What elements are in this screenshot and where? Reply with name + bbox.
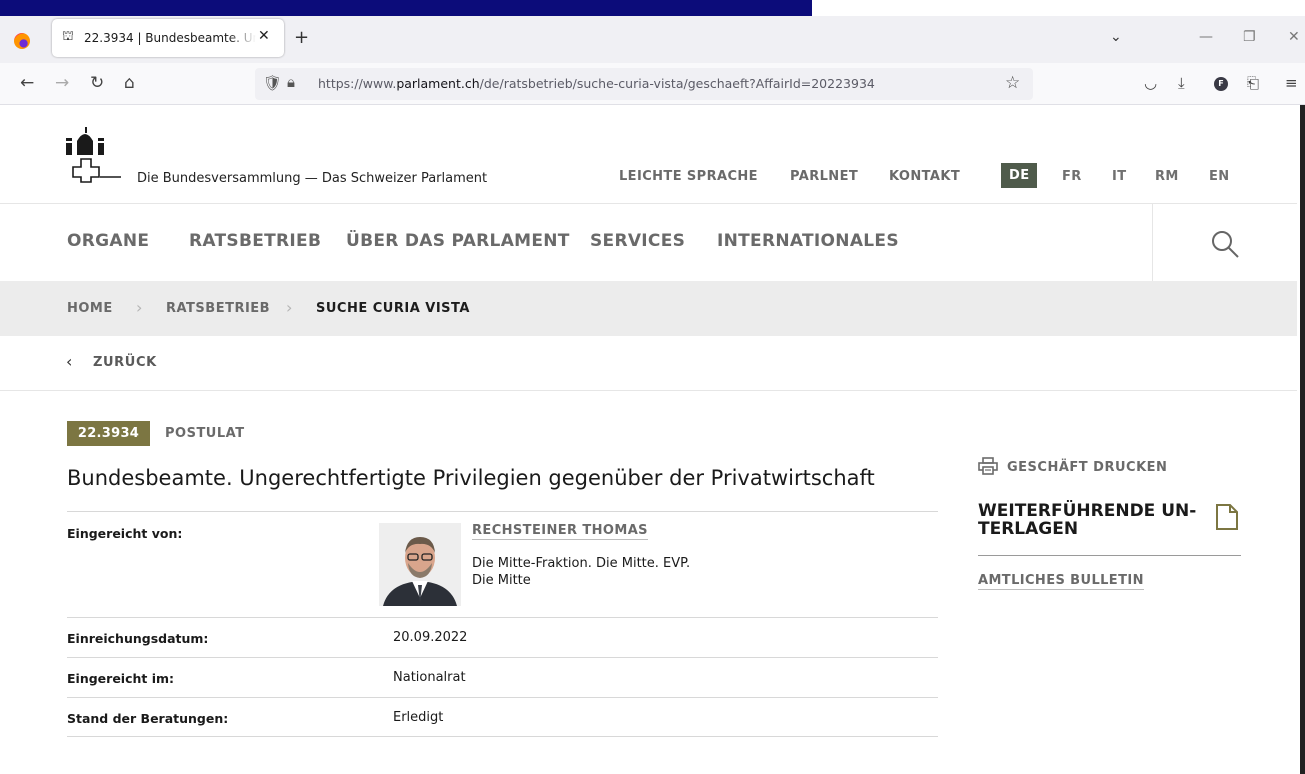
table-row: Eingereicht im: Nationalrat xyxy=(67,657,938,697)
window-top-stripe xyxy=(0,0,812,16)
nav-ratsbetrieb[interactable]: RATSBETRIEB xyxy=(189,231,321,251)
affair-number-badge: 22.3934 xyxy=(67,421,150,446)
lock-icon[interactable]: 🔒︎ xyxy=(287,73,295,91)
chevron-right-icon: › xyxy=(286,298,293,317)
status-label: Stand der Beratungen: xyxy=(67,711,229,726)
page-scrollbar[interactable] xyxy=(1297,105,1305,774)
language-de[interactable]: DE xyxy=(1001,163,1038,188)
official-bulletin-link[interactable]: AMTLICHES BULLETIN xyxy=(978,573,1144,590)
nav-services[interactable]: SERVICES xyxy=(590,231,685,251)
extensions-icon[interactable]: ⎗ xyxy=(1247,74,1259,92)
reload-icon[interactable]: ↻ xyxy=(90,73,104,93)
language-en[interactable]: EN xyxy=(1209,169,1230,184)
nav-ueber-das-parlament[interactable]: ÜBER DAS PARLAMENT xyxy=(346,231,570,251)
breadcrumb-home[interactable]: HOME xyxy=(67,301,113,316)
submission-date-value: 20.09.2022 xyxy=(393,630,468,645)
home-icon[interactable]: ⌂ xyxy=(124,73,135,93)
language-rm[interactable]: RM xyxy=(1155,169,1179,184)
printer-icon xyxy=(978,457,998,475)
page-title: Bundesbeamte. Ungerechtfertigte Privileg… xyxy=(67,466,875,490)
status-value: Erledigt xyxy=(393,710,444,725)
minimize-icon[interactable]: — xyxy=(1199,29,1213,45)
council-value: Nationalrat xyxy=(393,670,466,685)
submission-date-label: Einreichungsdatum: xyxy=(67,631,209,646)
back-row: ‹ ZURÜCK xyxy=(0,336,1297,391)
back-arrow-icon[interactable]: ← xyxy=(20,73,34,93)
table-row: Eingereicht von: RECHSTEINER THOMAS Die … xyxy=(67,511,938,617)
breadcrumb-ratsbetrieb[interactable]: RATSBETRIEB xyxy=(166,301,270,316)
breadcrumb-current: SUCHE CURIA VISTA xyxy=(316,301,470,316)
member-name-link[interactable]: RECHSTEINER THOMAS xyxy=(472,523,648,540)
address-bar[interactable]: 🛡︎ 🔒︎ https://www.parlament.ch/de/ratsbe… xyxy=(255,68,1033,100)
breadcrumb: HOME › RATSBETRIEB › SUCHE CURIA VISTA xyxy=(0,281,1297,336)
nav-organe[interactable]: ORGANE xyxy=(67,231,149,251)
affair-details-table: Eingereicht von: RECHSTEINER THOMAS Die … xyxy=(67,511,938,737)
document-icon xyxy=(1216,504,1238,530)
affair-type: POSTULAT xyxy=(165,426,245,441)
member-party: Die Mitte-Fraktion. Die Mitte. EVP. Die … xyxy=(472,556,691,588)
table-row: Einreichungsdatum: 20.09.2022 xyxy=(67,617,938,657)
bookmark-star-icon[interactable]: ☆ xyxy=(1005,73,1020,93)
table-row: Stand der Beratungen: Erledigt xyxy=(67,697,938,737)
forward-arrow-icon[interactable]: → xyxy=(55,73,69,93)
submitted-by-label: Eingereicht von: xyxy=(67,526,183,541)
further-documents-heading: WEITERFÜHRENDE UN-TERLAGEN xyxy=(978,501,1197,539)
search-button[interactable] xyxy=(1152,204,1297,282)
url-text[interactable]: https://www.parlament.ch/de/ratsbetrieb/… xyxy=(318,76,875,91)
site-name: Die Bundesversammlung — Das Schweizer Pa… xyxy=(137,171,488,186)
tracking-protection-shield-icon[interactable]: 🛡︎ xyxy=(263,74,282,92)
app-menu-icon[interactable]: ≡ xyxy=(1285,74,1298,92)
tab-bar: ⛫ 22.3934 | Bundesbeamte. Ungerechtferti… xyxy=(0,16,1305,63)
member-photo[interactable] xyxy=(379,523,461,606)
tab-title: 22.3934 | Bundesbeamte. Ungerechtfertigt… xyxy=(84,31,256,45)
easy-language-link[interactable]: LEICHTE SPRACHE xyxy=(619,169,758,184)
new-tab-icon[interactable]: + xyxy=(294,27,309,48)
restore-icon[interactable]: ❐ xyxy=(1243,29,1256,45)
firefox-menu-icon[interactable] xyxy=(14,33,30,49)
chevron-right-icon: › xyxy=(136,298,143,317)
parliament-logo-icon[interactable] xyxy=(65,125,121,183)
window-close-icon[interactable]: ✕ xyxy=(1288,29,1300,45)
pocket-icon[interactable]: ◡ xyxy=(1144,74,1157,92)
account-avatar[interactable]: F xyxy=(1214,77,1228,91)
contact-link[interactable]: KONTAKT xyxy=(889,169,960,184)
council-label: Eingereicht im: xyxy=(67,671,175,686)
search-icon xyxy=(1212,231,1239,258)
sidebar-divider xyxy=(978,555,1241,556)
parliament-favicon-icon: ⛫ xyxy=(62,29,74,44)
print-affair-link[interactable]: GESCHÄFT DRUCKEN xyxy=(978,453,1167,475)
language-fr[interactable]: FR xyxy=(1062,169,1082,184)
list-tabs-chevron-icon[interactable]: ⌄ xyxy=(1110,29,1122,45)
parlnet-link[interactable]: PARLNET xyxy=(790,169,858,184)
downloads-icon[interactable]: ⤓ xyxy=(1178,74,1185,92)
tab-close-icon[interactable]: ✕ xyxy=(258,28,270,44)
back-link[interactable]: ZURÜCK xyxy=(93,355,157,370)
language-it[interactable]: IT xyxy=(1112,169,1127,184)
chevron-left-icon[interactable]: ‹ xyxy=(66,352,72,371)
main-navigation: ORGANE RATSBETRIEB ÜBER DAS PARLAMENT SE… xyxy=(0,203,1297,282)
nav-internationales[interactable]: INTERNATIONALES xyxy=(717,231,899,251)
site-header: Die Bundesversammlung — Das Schweizer Pa… xyxy=(0,105,1297,203)
navigation-toolbar: ← → ↻ ⌂ 🛡︎ 🔒︎ https://www.parlament.ch/d… xyxy=(0,63,1305,105)
browser-tab[interactable]: ⛫ 22.3934 | Bundesbeamte. Ungerechtferti… xyxy=(52,19,284,57)
